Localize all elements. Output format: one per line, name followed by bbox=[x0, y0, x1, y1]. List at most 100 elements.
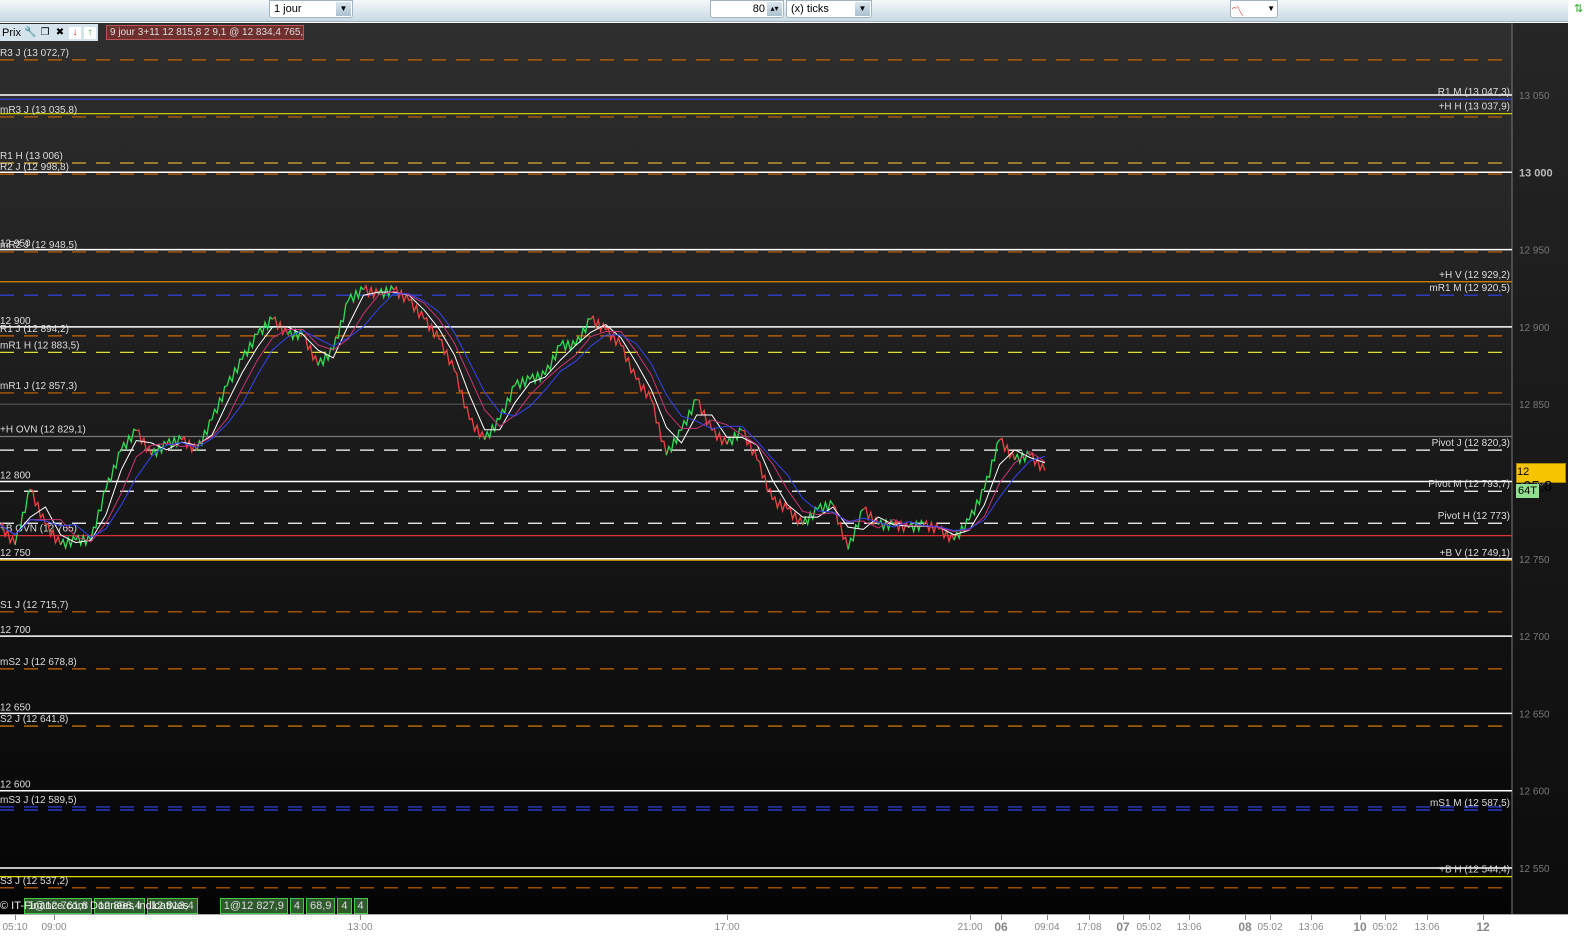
x-tick-label: 09:04 bbox=[1034, 922, 1060, 933]
x-tick bbox=[1483, 915, 1484, 920]
level-label: R3 J (13 072,7) bbox=[0, 48, 69, 59]
level-label: +H V (12 929,2) bbox=[1439, 270, 1510, 281]
level-label: mR1 M (12 920,5) bbox=[1429, 283, 1510, 294]
y-tick-label: 12 550 bbox=[1519, 864, 1550, 875]
chevron-down-icon[interactable]: ▼ bbox=[855, 2, 870, 16]
windows-icon[interactable]: ❐ bbox=[39, 27, 51, 39]
price-segment bbox=[14, 488, 31, 546]
chart-canvas: 13 050 13 000 12 950 12 900 12 850 12 800 12 7… bbox=[0, 23, 1568, 914]
ma-mid-line bbox=[0, 290, 1046, 543]
price-segment bbox=[771, 495, 789, 514]
level-label: Pivot H (12 773) bbox=[1438, 511, 1510, 522]
stepper-arrows-icon[interactable]: ▴▾ bbox=[767, 2, 782, 16]
x-tick-label: 13:06 bbox=[1298, 922, 1324, 933]
legend-label: Prix bbox=[2, 26, 21, 39]
level-label: +H OVN (12 829,1) bbox=[0, 425, 86, 436]
unit-type-select[interactable]: (x) ticks ▼ bbox=[786, 0, 872, 18]
x-tick-label: 06 bbox=[994, 920, 1008, 934]
grid-label: 12 600 bbox=[0, 780, 31, 791]
chevron-down-icon: ▼ bbox=[1267, 4, 1275, 13]
side-panel: ⇅ bbox=[1568, 0, 1593, 952]
x-tick bbox=[1123, 915, 1124, 920]
x-tick-label: 13:00 bbox=[347, 922, 373, 933]
order-tag[interactable]: 68,9 bbox=[306, 898, 336, 914]
price-segment bbox=[453, 369, 471, 420]
x-tick bbox=[1360, 915, 1361, 920]
level-label: R1 M (13 047,3) bbox=[1438, 87, 1510, 98]
x-tick bbox=[1245, 915, 1246, 920]
level-label: R1 H (13 006) bbox=[0, 151, 63, 162]
units-stepper[interactable]: 80 ▴▾ bbox=[710, 0, 784, 18]
x-tick-label: 13:06 bbox=[1176, 922, 1202, 933]
level-label: +H H (13 037,9) bbox=[1439, 102, 1510, 113]
price-segment bbox=[120, 428, 137, 451]
x-tick bbox=[1149, 915, 1150, 920]
x-tick-label: 10 bbox=[1353, 920, 1367, 934]
period-select[interactable]: 1 jour ▼ bbox=[269, 0, 353, 18]
x-tick bbox=[970, 915, 971, 920]
grid-label: 12 700 bbox=[0, 625, 31, 636]
sell-arrow-icon[interactable]: ↓ bbox=[68, 26, 81, 39]
x-tick bbox=[54, 915, 55, 920]
level-label: Pivot J (12 820,3) bbox=[1432, 438, 1510, 449]
level-label: mR2 J (12 948,5) bbox=[0, 240, 77, 251]
level-label: mS1 M (12 587,5) bbox=[1430, 798, 1510, 809]
close-icon[interactable]: ✖ bbox=[54, 27, 66, 39]
buy-arrow-icon[interactable]: ↑ bbox=[83, 26, 96, 39]
legend-values: 9 jour 3+11 12 815,8 2 9,1 @ 12 834,4 76… bbox=[106, 25, 304, 40]
price-segment bbox=[635, 377, 652, 400]
chevron-down-icon[interactable]: ▼ bbox=[336, 2, 351, 16]
y-tick-label: 13 000 bbox=[1519, 167, 1553, 179]
level-label: +B H (12 544,4) bbox=[1439, 865, 1510, 876]
current-price-badge: 12 805,8 bbox=[1516, 463, 1566, 495]
x-tick-label: 21:00 bbox=[957, 922, 983, 933]
price-segment bbox=[105, 450, 122, 490]
period-value: 1 jour bbox=[274, 3, 302, 15]
x-tick bbox=[1270, 915, 1271, 920]
price-segment bbox=[256, 315, 274, 337]
level-label: mS2 J (12 678,8) bbox=[0, 657, 77, 668]
grid-label: 12 750 bbox=[0, 548, 31, 559]
y-tick-label: 12 750 bbox=[1519, 555, 1550, 566]
price-segment bbox=[787, 506, 804, 527]
level-label: mR1 J (12 857,3) bbox=[0, 381, 77, 392]
x-tick-label: 08 bbox=[1238, 920, 1252, 934]
price-segment bbox=[559, 338, 577, 353]
level-label: S3 J (12 537,2) bbox=[0, 876, 68, 887]
price-segment bbox=[226, 358, 243, 386]
order-tag[interactable]: 4 bbox=[353, 898, 368, 914]
order-tag[interactable]: 4 bbox=[337, 898, 352, 914]
order-tag[interactable]: 1@12 827,9 bbox=[219, 898, 288, 914]
price-chart[interactable]: 13 050 13 000 12 950 12 900 12 850 12 800 12 7… bbox=[0, 23, 1568, 936]
level-label: mR1 H (12 883,5) bbox=[0, 340, 79, 351]
y-tick-label: 12 900 bbox=[1519, 323, 1550, 334]
y-tick-label: 12 600 bbox=[1519, 787, 1550, 798]
x-tick bbox=[360, 915, 361, 920]
price-segment bbox=[241, 333, 258, 360]
time-axis[interactable]: 05:10 09:00 13:00 17:00 21:00 06 09:04 17:08 07 0… bbox=[0, 914, 1568, 938]
price-segment bbox=[574, 318, 591, 346]
price-segment bbox=[742, 429, 758, 461]
x-tick-label: 07 bbox=[1116, 920, 1130, 934]
price-segment bbox=[802, 506, 819, 527]
x-tick bbox=[727, 915, 728, 920]
y-tick-label: 12 850 bbox=[1519, 400, 1550, 411]
level-label: +B V (12 749,1) bbox=[1440, 548, 1510, 559]
buy-sell-icon[interactable]: ⇅ bbox=[1574, 2, 1583, 15]
grid-label: 12 650 bbox=[0, 702, 31, 713]
price-segment bbox=[832, 504, 849, 550]
price-segment bbox=[211, 385, 228, 420]
x-tick-label: 05:10 bbox=[2, 922, 28, 933]
wrench-icon[interactable]: 🔧 bbox=[24, 27, 36, 39]
tick-count-badge: 64T bbox=[1516, 484, 1539, 498]
toolbar: 1 jour ▼ 80 ▴▾ (x) ticks ▼ 〽 ▼ bbox=[0, 0, 1593, 22]
indicator-menu-button[interactable]: 〽 ▼ bbox=[1230, 0, 1278, 19]
level-label: S2 J (12 641,8) bbox=[0, 714, 68, 725]
order-tag[interactable]: 4 bbox=[289, 898, 304, 914]
price-segment bbox=[968, 488, 985, 521]
x-tick-label: 05:02 bbox=[1136, 922, 1162, 933]
x-tick bbox=[1311, 915, 1312, 920]
copyright: © IT-Finance.com Données indicatives bbox=[0, 900, 189, 912]
level-label: mS3 J (12 589,5) bbox=[0, 795, 77, 806]
x-tick-label: 09:00 bbox=[41, 922, 67, 933]
